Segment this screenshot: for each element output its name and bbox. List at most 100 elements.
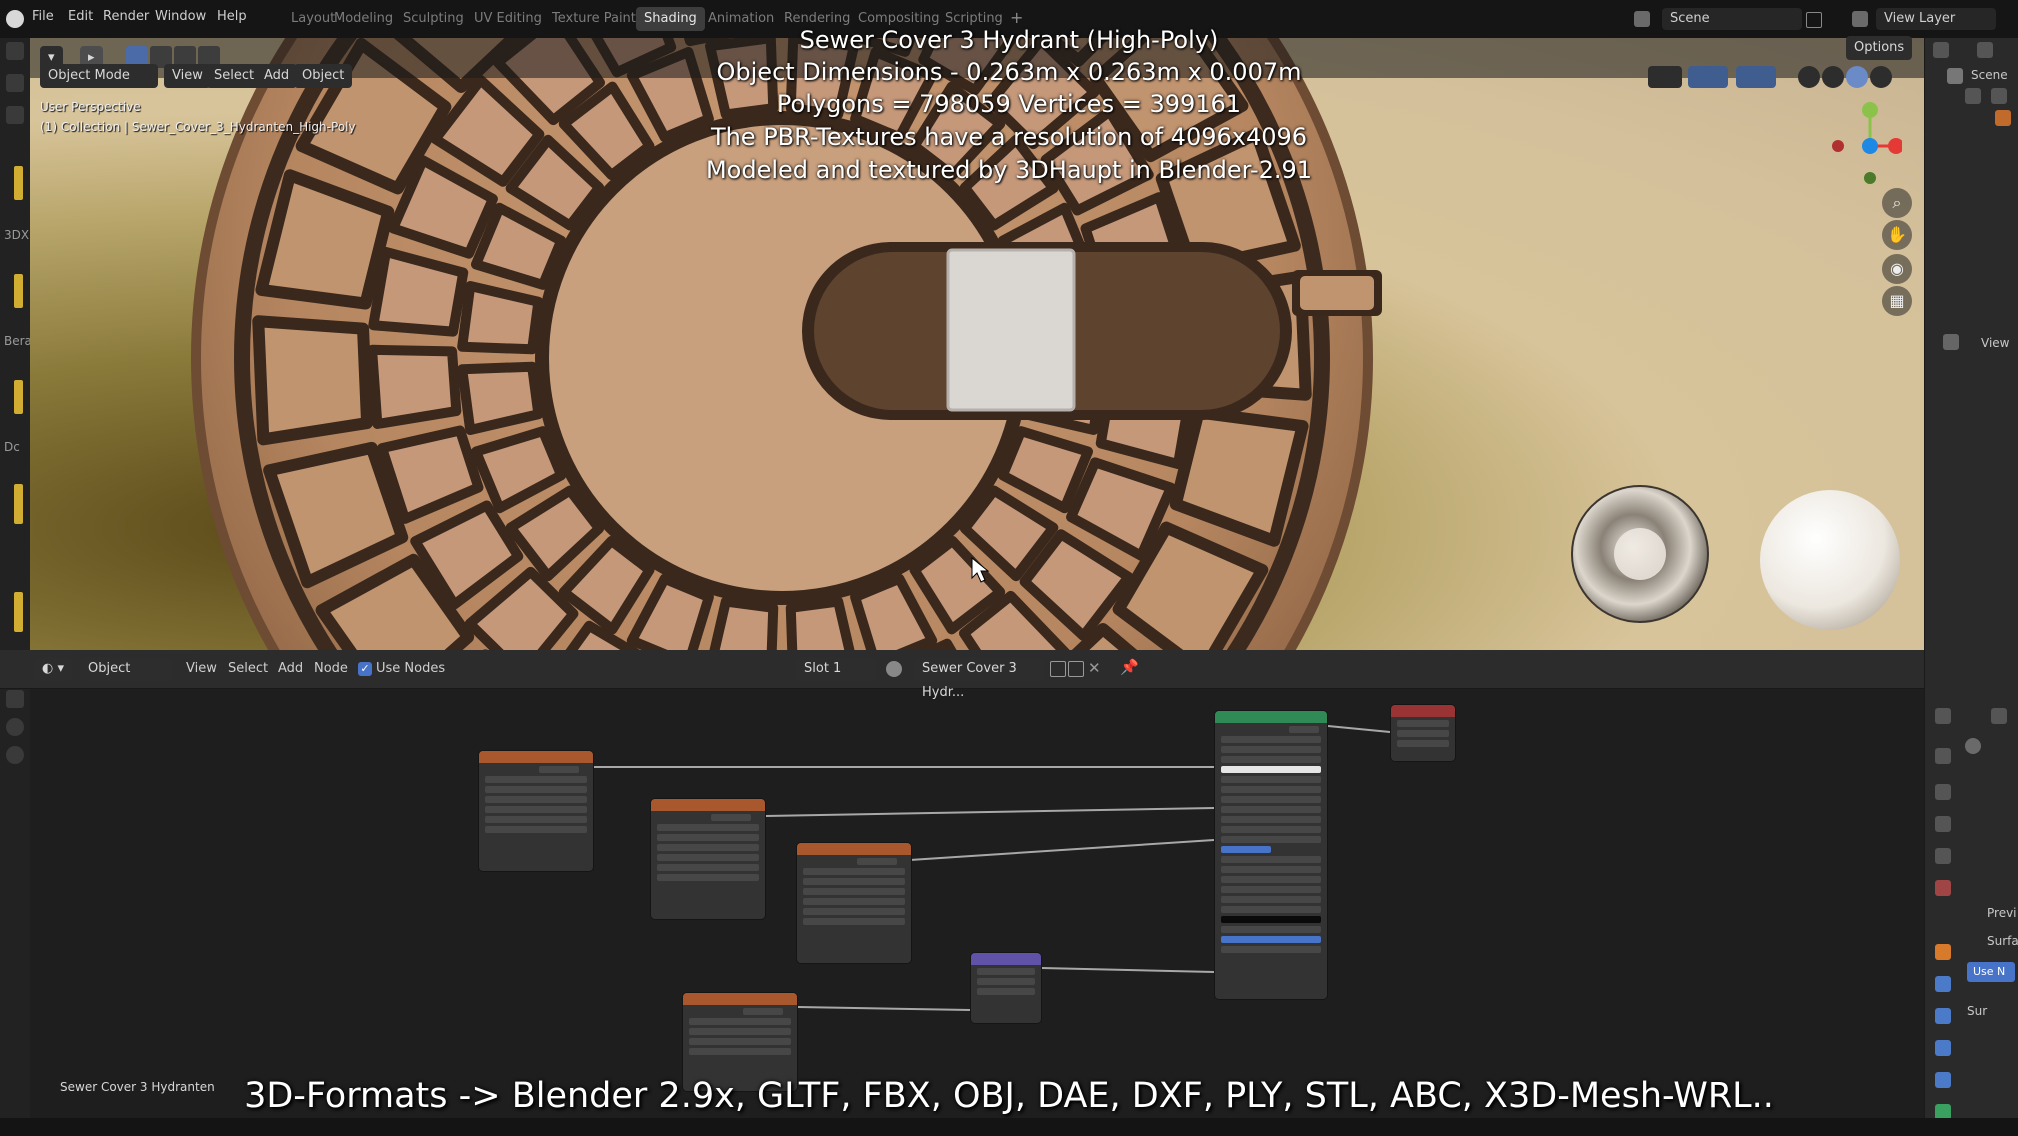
node-field[interactable] [977,978,1035,985]
material-browse-icon[interactable] [886,661,902,677]
output-properties-icon[interactable] [1935,816,1951,832]
node-field[interactable] [1221,746,1321,753]
scene-selector-icon[interactable] [1634,11,1650,27]
node-field[interactable] [657,864,759,871]
view-tab-label[interactable]: View [1981,336,2009,350]
node-field[interactable] [1221,946,1321,953]
node-editor[interactable]: Sewer Cover 3 Hydranten [30,650,1924,1136]
menu-render[interactable]: Render [103,9,149,24]
modifier-properties-icon[interactable] [1935,976,1951,992]
node-field[interactable] [1221,806,1321,813]
use-nodes-checkbox[interactable]: ✓ [358,662,372,676]
node-menu-node[interactable]: Node [314,661,348,676]
menu-file[interactable]: File [32,9,54,24]
node-field[interactable] [657,854,759,861]
node-field[interactable] [803,918,905,925]
properties-editor-icon[interactable] [1935,708,1951,724]
node-field[interactable] [1221,756,1321,763]
pan-icon[interactable] [6,746,24,764]
zoom-icon[interactable] [6,718,24,736]
node-image-field[interactable] [803,868,905,875]
render-properties-icon[interactable] [1935,784,1951,800]
node-field[interactable] [485,786,587,793]
node-field[interactable] [689,1028,791,1035]
use-nodes-button[interactable]: Use N [1967,962,2015,982]
node-field[interactable] [977,988,1035,995]
image-texture-node[interactable] [650,798,766,920]
node-field[interactable] [1221,786,1321,793]
node-field[interactable] [1221,736,1321,743]
node-field[interactable] [803,898,905,905]
normal-map-node[interactable] [970,952,1042,1024]
image-texture-node[interactable] [478,750,594,872]
node-field[interactable] [1221,796,1321,803]
node-field[interactable] [977,968,1035,975]
node-field[interactable] [485,796,587,803]
node-field[interactable] [1221,856,1321,863]
view-layer-icon[interactable] [1852,11,1868,27]
node-field[interactable] [1221,906,1321,913]
pin-icon[interactable]: 📌 [1120,658,1139,676]
node-field[interactable] [657,874,759,881]
node-field[interactable] [1221,776,1321,783]
add-workspace-icon[interactable]: + [1010,8,1023,27]
node-field[interactable] [485,816,587,823]
view-layer-properties-icon[interactable] [1935,848,1951,864]
node-field[interactable] [1397,720,1449,727]
node-field[interactable] [485,826,587,833]
outliner-scene-label[interactable]: Scene [1971,68,2008,82]
node-alpha-field[interactable] [1221,936,1321,943]
node-field[interactable] [1221,836,1321,843]
surface-panel-label[interactable]: Surfac [1987,934,2018,948]
node-field[interactable] [803,888,905,895]
node-field[interactable] [1221,866,1321,873]
properties-type-icon[interactable] [1943,334,1959,350]
image-texture-node[interactable] [796,842,912,964]
scene-properties-icon[interactable] [1935,880,1951,896]
node-image-field[interactable] [485,776,587,783]
node-image-field[interactable] [689,1018,791,1025]
node-tool-icon[interactable] [6,690,24,708]
object-properties-icon[interactable] [1935,944,1951,960]
node-field[interactable] [689,1048,791,1055]
node-field[interactable] [1221,926,1321,933]
node-image-field[interactable] [657,824,759,831]
node-menu-view[interactable]: View [186,661,217,676]
node-field[interactable] [689,1038,791,1045]
tool-properties-icon[interactable] [1935,748,1951,764]
filter-icon[interactable] [1977,42,1993,58]
node-editor-type-button[interactable]: ◐ ▾ [34,657,73,681]
material-slot-icon[interactable] [1965,738,1981,754]
node-menu-add[interactable]: Add [278,661,303,676]
properties-search-icon[interactable] [1991,708,2007,724]
camera-view-icon[interactable]: ◉ [1882,254,1912,284]
node-field[interactable] [485,806,587,813]
outliner-type-icon[interactable] [1933,42,1949,58]
menu-window[interactable]: Window [155,9,206,24]
physics-properties-icon[interactable] [1935,1040,1951,1056]
node-field[interactable] [803,878,905,885]
material-output-node[interactable] [1390,704,1456,762]
duplicate-material-icon[interactable] [1068,661,1084,677]
node-field[interactable] [1221,816,1321,823]
node-field[interactable] [1397,730,1449,737]
fake-user-icon[interactable] [1050,661,1066,677]
collection-icon[interactable] [1965,88,1981,104]
node-emission-field[interactable] [1221,916,1321,923]
menu-edit[interactable]: Edit [68,9,93,24]
menu-help[interactable]: Help [217,9,247,24]
node-field[interactable] [1221,876,1321,883]
grid-view-icon[interactable]: ▦ [1882,286,1912,316]
hand-pan-icon[interactable]: ✋ [1882,220,1912,250]
zoom-icon[interactable]: ⌕ [1882,188,1912,218]
node-field[interactable] [1221,886,1321,893]
use-nodes-label[interactable]: Use Nodes [376,661,445,676]
unlink-material-icon[interactable]: ✕ [1088,659,1101,677]
node-field[interactable] [1397,740,1449,747]
node-field[interactable] [657,834,759,841]
node-field[interactable] [1221,826,1321,833]
visibility-toggle-icon[interactable] [1991,88,2007,104]
shader-type-dropdown[interactable]: Object [80,657,172,681]
node-field[interactable] [1221,896,1321,903]
node-slider-field[interactable] [1221,846,1271,853]
